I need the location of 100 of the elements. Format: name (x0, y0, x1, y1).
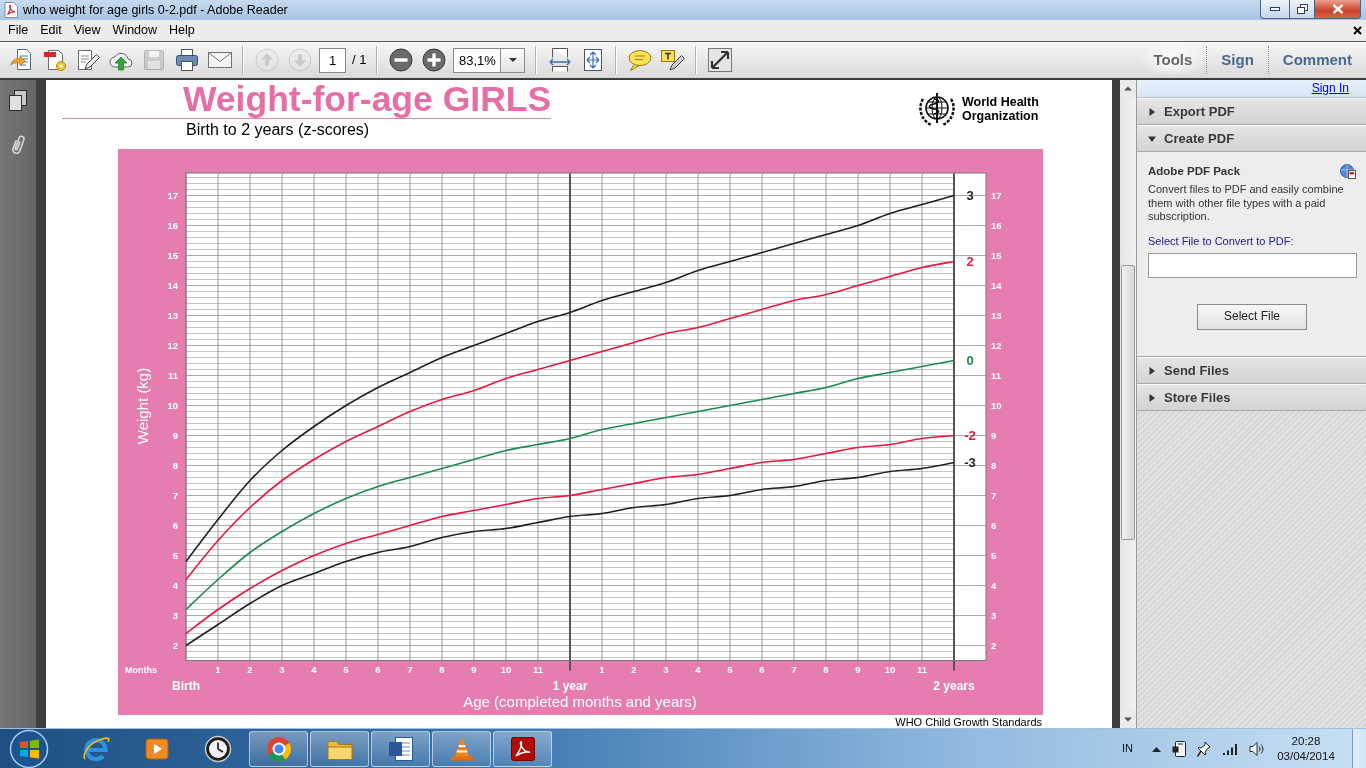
zoom-out-icon[interactable] (389, 48, 414, 72)
pdf-file-icon (4, 2, 18, 18)
y-tick-label: 13 (167, 310, 178, 321)
y-tick-label: 3 (172, 610, 178, 621)
minimize-button[interactable] (1260, 0, 1290, 19)
swirl-tile-icon (508, 734, 537, 763)
printer-icon[interactable] (175, 48, 199, 72)
x-tick-label: Birth (172, 679, 200, 693)
month-label: 4 (695, 664, 701, 675)
globe-document-icon[interactable] (1340, 164, 1356, 179)
field-label: Select File to Convert to PDF: (1148, 234, 1295, 248)
month-label: 1 (599, 664, 605, 675)
zoom-dropdown-button[interactable] (501, 47, 526, 73)
menu-item[interactable]: Window (106, 20, 164, 41)
scrollbar-thumb[interactable] (1121, 265, 1135, 540)
close-button[interactable] (1315, 0, 1361, 19)
x-tick-label: 2 years (933, 679, 975, 693)
taskbar-button[interactable] (493, 730, 552, 767)
restore-icon (1296, 4, 1308, 14)
globe-emblem-icon (917, 91, 957, 127)
y-tick-label: 2 (991, 640, 997, 651)
y-tick-label: 8 (172, 460, 178, 471)
y-tick-label: 12 (991, 340, 1002, 351)
chevron-up-icon[interactable] (1152, 745, 1161, 752)
menu-item[interactable]: Help (163, 20, 201, 41)
document-arrow-icon[interactable] (10, 48, 34, 72)
menu-item[interactable]: File (2, 20, 35, 41)
pin-icon[interactable] (1197, 740, 1211, 757)
y-tick-label: 9 (991, 430, 997, 441)
y-tick-label: 2 (172, 640, 178, 651)
month-label: 1 (215, 664, 221, 675)
taskbar-button[interactable] (371, 730, 430, 767)
y-tick-label: 5 (172, 550, 178, 561)
section-header[interactable]: Create PDF (1137, 125, 1366, 152)
panel-heading: Adobe PDF Pack (1148, 164, 1241, 179)
month-label: 4 (311, 664, 317, 675)
curve-label: 0 (966, 353, 974, 368)
y-tick-label: 10 (991, 400, 1002, 411)
y-tick-label: 15 (991, 250, 1002, 261)
pages-icon[interactable] (9, 90, 27, 111)
y-tick-label: 16 (991, 220, 1002, 231)
taskbar-button[interactable] (249, 730, 308, 767)
page-number-field[interactable]: 1 (319, 47, 346, 73)
month-label: 9 (471, 664, 477, 675)
x-tick-label: 1 year (552, 679, 588, 693)
month-label: 10 (884, 664, 896, 675)
pane-tab[interactable]: Comment (1268, 42, 1366, 78)
expand-arrows-icon[interactable] (708, 48, 733, 72)
document-pen-icon[interactable] (76, 48, 100, 72)
month-label: 11 (917, 664, 928, 675)
close-icon[interactable] (1353, 26, 1362, 35)
menu-item[interactable]: View (67, 20, 107, 41)
start-orb-icon[interactable] (9, 728, 49, 768)
organization-name: World Health Organization (962, 95, 1040, 123)
month-label: 6 (375, 664, 381, 675)
close-icon (1331, 4, 1344, 14)
device-icon[interactable] (1172, 740, 1186, 757)
section-header[interactable]: Export PDF (1137, 98, 1366, 125)
curve-label: 2 (966, 254, 974, 269)
month-label: 9 (855, 664, 861, 675)
taskbar-button[interactable] (310, 730, 369, 767)
sign-in-link[interactable]: Sign In (1311, 80, 1349, 97)
clock-date[interactable]: 03/04/2014 (1275, 748, 1337, 764)
speaker-icon[interactable] (1249, 741, 1264, 756)
select-file-button[interactable]: Select File (1197, 303, 1307, 330)
month-label: 7 (791, 664, 797, 675)
highlighter-icon[interactable] (661, 48, 686, 72)
ring-e-icon[interactable] (81, 734, 110, 763)
clock-icon[interactable] (203, 734, 232, 763)
y-tick-label: 4 (991, 580, 997, 591)
y-tick-label: 10 (167, 400, 178, 411)
curve-label: 3 (966, 188, 974, 203)
y-tick-label: 7 (172, 490, 178, 501)
fit-width-icon[interactable] (548, 48, 573, 72)
month-label: 3 (279, 664, 285, 675)
footer-text: WHO Child Growth Standards (895, 716, 1042, 728)
restore-button[interactable] (1290, 0, 1315, 19)
y-tick-label: 9 (172, 430, 178, 441)
document-gear-icon[interactable] (43, 48, 67, 72)
section-header[interactable]: Store Files (1137, 384, 1366, 411)
document-subtitle: Birth to 2 years (z-scores) (186, 120, 370, 140)
description-text: Convert files to PDF and easily combine them with other file types with a paid subscription. (1148, 183, 1345, 224)
taskbar-button[interactable] (432, 730, 491, 767)
disclosure-triangle-icon (1148, 107, 1156, 116)
menu-item[interactable]: Edit (34, 20, 68, 41)
document-tile-icon (386, 734, 415, 763)
y-tick-label: 11 (991, 370, 1002, 381)
zoom-field[interactable]: 83,1% (453, 47, 502, 73)
clock-time[interactable]: 20:28 (1275, 733, 1337, 749)
speech-bubble-icon[interactable] (628, 48, 653, 72)
signal-bars-icon[interactable] (1222, 742, 1238, 755)
section-header[interactable]: Send Files (1137, 357, 1366, 384)
caret-icon (508, 58, 517, 62)
y-tick-label: 16 (167, 220, 178, 231)
window-title: who weight for age girls 0-2.pdf - Adobe Reader (23, 2, 288, 18)
language-indicator[interactable]: IN (1122, 741, 1133, 756)
pane-tab[interactable]: Sign (1207, 42, 1268, 78)
file-path-field[interactable] (1148, 252, 1357, 278)
paperclip-icon[interactable] (11, 133, 25, 155)
zoom-in-icon[interactable] (422, 48, 447, 72)
